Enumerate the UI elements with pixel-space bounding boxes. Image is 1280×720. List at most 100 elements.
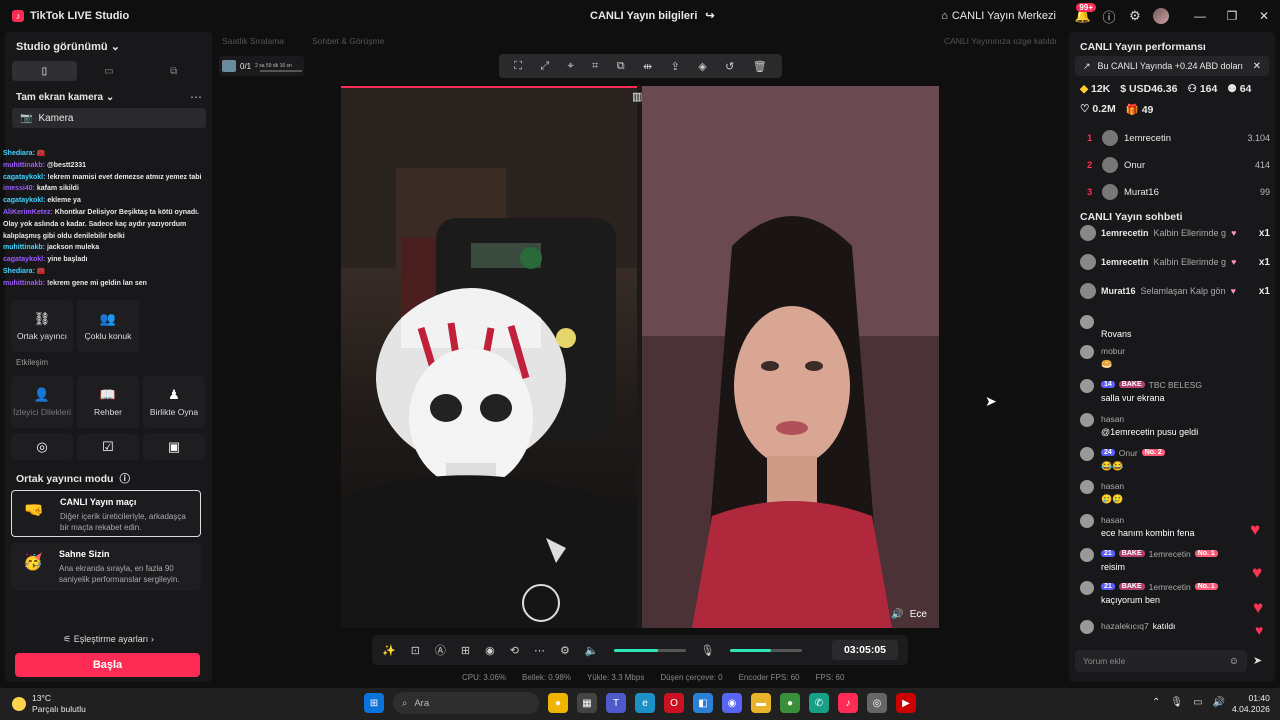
studio-view-dropdown[interactable]: Studio görünümü ⌄ [16,40,120,53]
hourly-ranking-tab[interactable]: Saatlik Sıralama [222,36,284,46]
fit-icon[interactable]: ⛶ [514,60,522,73]
chevron-up-icon[interactable]: ⌃ [1152,697,1160,708]
earnings-banner[interactable]: ↗ Bu CANLI Yayında +0.24 ABD doları ✕ [1075,56,1269,76]
landscape-tab[interactable]: ▭ [77,61,142,81]
magic-wand-icon[interactable]: ✨ [382,644,396,657]
help-icon[interactable]: ⓘ [119,471,130,486]
network-icon[interactable]: ▭ [1193,697,1202,708]
more-options-icon[interactable]: ⋯ [190,90,202,104]
speaker-volume-slider[interactable] [613,648,686,652]
youtube-icon[interactable]: ▶ [896,693,916,713]
teams-icon[interactable]: T [606,693,626,713]
trash-icon[interactable]: 🗑 [753,60,767,73]
play-together-tool[interactable]: ♟ Birlikte Oyna [143,376,205,428]
mode-desc: Diğer içerik üreticileriyle, arkadaşça b… [60,512,186,532]
ranking-row[interactable]: 2 Onur 414 [1080,153,1270,177]
rotate-icon[interactable]: ↺ [725,60,734,73]
record-icon[interactable]: ◉ [485,644,495,657]
expand-icon[interactable]: ⤢ [540,60,549,73]
gift-icon: ♥ [1231,257,1237,267]
taskbar-search[interactable]: ⌕ Ara [393,692,539,714]
app-icon[interactable]: ◧ [693,693,713,713]
live-info-button[interactable]: CANLI Yayın bilgileri ↪ [590,9,715,23]
comment-input[interactable]: Yorum ekle ☺ [1075,650,1247,672]
chat-comment[interactable]: mobur 🥯 [1080,344,1270,370]
match-settings-link[interactable]: ⚟ Eşleştirme ayarları › [5,634,212,645]
volume-icon[interactable]: 🔊 [1213,697,1225,708]
start-icon[interactable]: ⊞ [364,693,384,713]
clock[interactable]: 01:40 4.04.2026 [1232,693,1270,715]
crop-icon[interactable]: ⌗ [592,60,598,73]
ranking-row[interactable]: 1 1emrecetin 3.104 [1080,126,1270,150]
explorer-icon[interactable]: ▬ [751,693,771,713]
gift-row[interactable]: Murat16 Selamlaşan Kalp gön ♥ x1 [1080,280,1270,302]
layer-up-icon[interactable]: ⇪ [671,60,680,73]
cohost-tool[interactable]: ⛓ Ortak yayıncı [11,300,73,352]
mic-tray-icon[interactable]: 🎙 [1170,697,1183,708]
target-tool[interactable]: ◎ [11,434,73,460]
chat-comment[interactable]: 21 BAKE 1emrecetin No. 1 reisim [1080,547,1270,572]
chrome-2-icon[interactable]: ● [780,693,800,713]
discord-icon[interactable]: ◉ [722,693,742,713]
ai-icon[interactable]: Ⓐ [435,642,446,658]
add-source-icon[interactable]: ⊞ [461,644,470,657]
box-tool[interactable]: ▣ [143,434,205,460]
chat-comment[interactable]: 24 Onur No. 2 😂😂 [1080,446,1270,472]
help-button[interactable]: ⓘ [1096,0,1122,32]
maximize-button[interactable]: ❐ [1216,0,1248,32]
duplicate-icon[interactable]: ⧉ [617,60,625,73]
close-icon[interactable]: ✕ [1253,61,1261,72]
chat-call-tab[interactable]: Sohbet & Görüşme [312,36,384,46]
speaker-icon[interactable]: 🔊 [891,609,903,620]
checklist-tool[interactable]: ☑ [77,434,139,460]
scene-dropdown[interactable]: Tam ekran kamera ⌄ [16,92,114,103]
chat-comment[interactable]: hasan ece hanım kombin fena [1080,513,1270,538]
weather-widget[interactable]: 13°C Parçalı bulutlu [12,693,86,715]
chat-comment[interactable]: hasan 🥲🥲 [1080,479,1270,505]
profile-button[interactable] [1148,0,1174,32]
flip-icon[interactable]: ⇹ [643,60,652,73]
microphone-icon[interactable]: 🎙 [701,644,715,657]
goal-widget[interactable]: 0/1 2 sa 59 dk 16 sn [219,56,304,76]
ranking-row[interactable]: 3 Murat16 99 [1080,180,1270,204]
more-icon[interactable]: ⋯ [534,644,545,657]
stage-mode[interactable]: 🥳 Sahne Sizin Ana ekranda sırayla, en fa… [11,543,201,590]
chat-comment[interactable]: 21 BAKE 1emrecetin No. 1 kaçıyorum ben [1080,580,1270,605]
speaker-volume-icon[interactable]: 🔈 [585,644,599,657]
live-center-button[interactable]: ⌂ CANLI Yayın Merkezi [941,10,1056,22]
portrait-tab[interactable]: ▯ [12,61,77,81]
app-2-icon[interactable]: ◎ [867,693,887,713]
screen-share-icon[interactable]: ⊡ [411,644,420,657]
chat-comment[interactable]: 14 BAKE TBC BELESG salla vur ekrana [1080,378,1270,403]
multi-guest-tool[interactable]: 👥 Çoklu konuk [77,300,139,352]
settings-button[interactable]: ⚙ [1122,0,1148,32]
viewer-request-tool[interactable]: 👤 İzleyici Dilekleri [11,376,73,428]
chat-comment[interactable]: Rovans [1080,314,1270,339]
gift-row[interactable]: 1emrecetin Kalbin Ellerimde g ♥ x1 [1080,251,1270,273]
store-icon[interactable]: ▦ [577,693,597,713]
opera-icon[interactable]: O [664,693,684,713]
live-preview[interactable]: ▥ 🔊 Ece [341,86,939,628]
notifications-button[interactable]: 🔔 99+ [1070,0,1096,32]
tiktok-studio-icon[interactable]: ♪ [838,693,858,713]
start-button[interactable]: Başla [15,653,200,677]
center-icon[interactable]: ⌖ [568,60,574,73]
layers-icon[interactable]: ◈ [698,60,706,73]
chat-comment[interactable]: hazalekıcıq7 katıldı [1080,619,1270,634]
edge-icon[interactable]: e [635,693,655,713]
live-match-mode[interactable]: 🤜 CANLI Yayın maçı Diğer içerik üreticil… [11,490,201,537]
chat-comment[interactable]: hasan @1emrecetin pusu geldi [1080,412,1270,437]
camera-flip-icon[interactable]: ⟲ [510,644,519,657]
settings-sliders-icon[interactable]: ⚙ [560,644,570,657]
gift-row[interactable]: 1emrecetin Kalbin Ellerimde g ♥ x1 [1080,222,1270,244]
mic-volume-slider[interactable] [729,648,802,652]
camera-source[interactable]: 📷 Kamera [12,108,206,128]
chrome-icon[interactable]: ● [548,693,568,713]
minimize-button[interactable]: — [1184,0,1216,32]
whatsapp-icon[interactable]: ✆ [809,693,829,713]
guide-tool[interactable]: 📖 Rehber [77,376,139,428]
emoji-icon[interactable]: ☺ [1229,656,1239,667]
close-button[interactable]: ✕ [1248,0,1280,32]
dual-tab[interactable]: ⧉ [141,61,206,81]
send-icon[interactable]: ➤ [1253,654,1262,667]
